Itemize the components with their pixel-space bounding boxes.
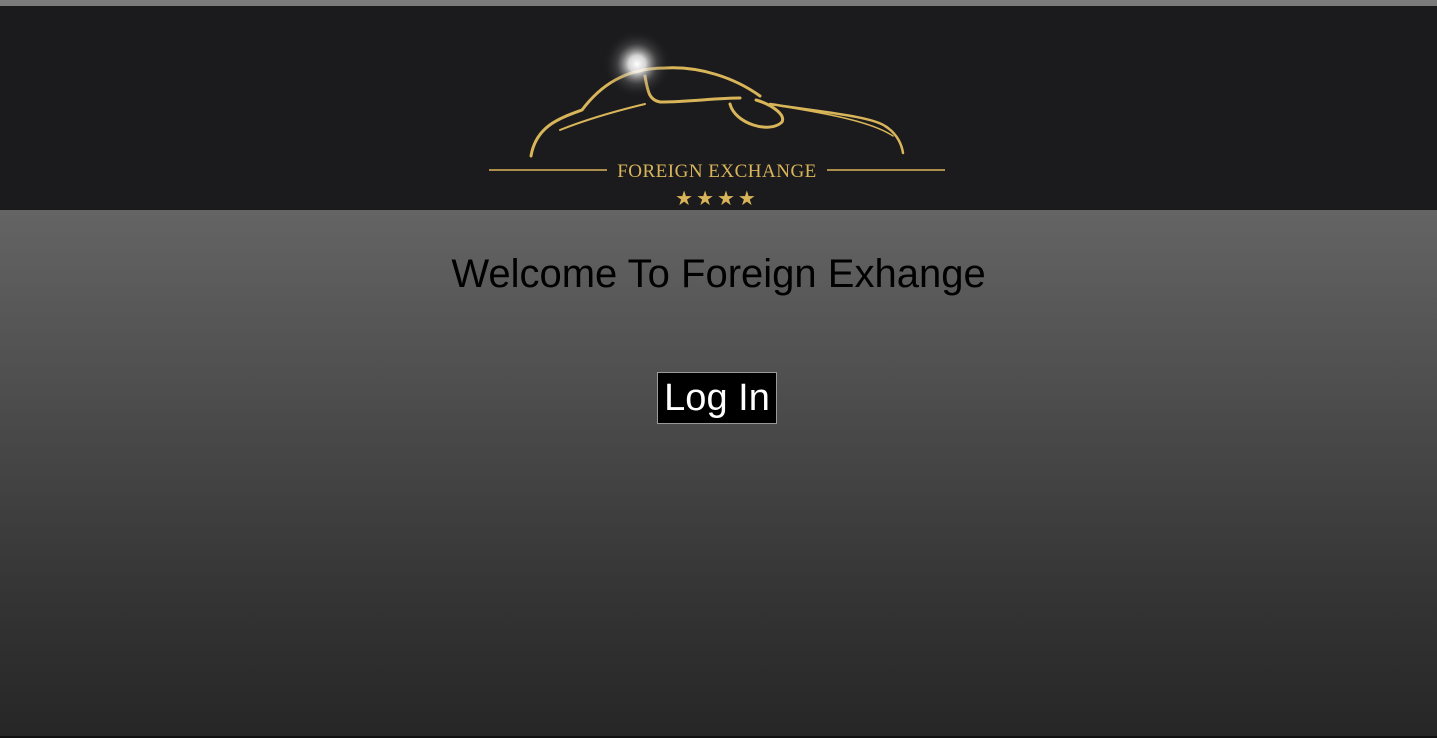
rating-stars-icon: ★★★★ xyxy=(675,186,759,210)
light-glow xyxy=(603,30,671,98)
car-silhouette-icon xyxy=(529,66,905,158)
site-header: FOREIGN EXCHANGE ★★★★ xyxy=(0,6,1437,210)
main-content: Welcome To Foreign Exhange Log In xyxy=(0,210,1437,738)
logo-text: FOREIGN EXCHANGE xyxy=(617,161,817,182)
foreign-exchange-logo: FOREIGN EXCHANGE ★★★★ xyxy=(489,30,945,210)
login-button[interactable]: Log In xyxy=(657,372,777,424)
welcome-heading: Welcome To Foreign Exhange xyxy=(451,252,986,296)
